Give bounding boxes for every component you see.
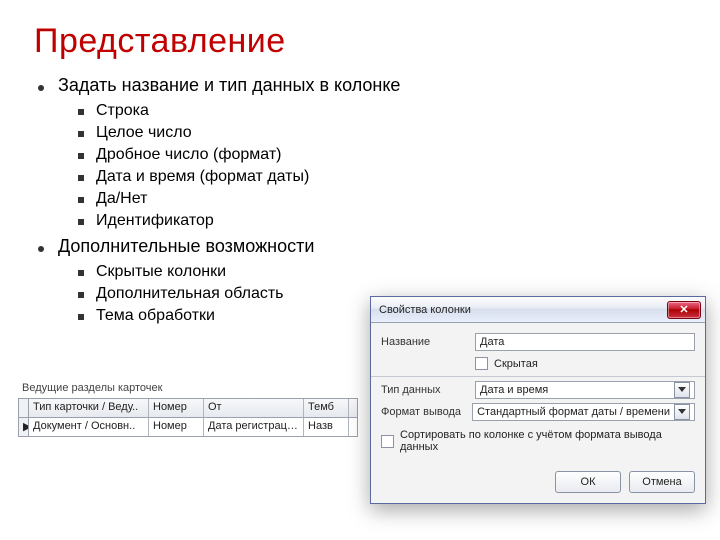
grid-cell[interactable]: Назв (304, 418, 349, 436)
square-bullet-icon (78, 219, 84, 225)
dialog-title: Свойства колонки (379, 304, 471, 316)
sort-label: Сортировать по колонке с учётом формата … (400, 429, 695, 453)
slide-title: Представление (34, 22, 686, 61)
sub-item: Дополнительная область (96, 285, 284, 303)
name-label: Название (381, 336, 475, 348)
cancel-button[interactable]: Отмена (629, 471, 695, 493)
grid-cell[interactable]: Номер (149, 418, 204, 436)
format-dropdown[interactable]: Стандартный формат даты / времени (472, 403, 695, 421)
sub-item: Целое число (96, 124, 192, 142)
chevron-down-icon (678, 409, 686, 415)
name-field[interactable]: Дата (475, 333, 695, 351)
ok-button[interactable]: ОК (555, 471, 621, 493)
hidden-label: Скрытая (494, 358, 538, 370)
square-bullet-icon (78, 175, 84, 181)
grid-header[interactable]: Номер (149, 399, 204, 417)
format-value: Стандартный формат даты / времени (477, 406, 670, 418)
dropdown-button[interactable] (674, 382, 690, 398)
square-bullet-icon (78, 270, 84, 276)
grid-header[interactable]: Темб (304, 399, 349, 417)
sub-item: Тема обработки (96, 307, 215, 325)
bullet-icon (38, 85, 44, 91)
row-selector-icon[interactable]: ▶ (19, 418, 29, 436)
format-label: Формат вывода (381, 406, 472, 418)
bullet-2: Дополнительные возможности (58, 236, 314, 257)
grid-header[interactable]: От (204, 399, 304, 417)
square-bullet-icon (78, 131, 84, 137)
close-icon: ✕ (679, 303, 688, 316)
square-bullet-icon (78, 292, 84, 298)
square-bullet-icon (78, 109, 84, 115)
sub-item: Идентификатор (96, 212, 214, 230)
square-bullet-icon (78, 153, 84, 159)
divider (371, 376, 705, 377)
square-bullet-icon (78, 314, 84, 320)
grid-cell[interactable]: Документ / Основн.. (29, 418, 149, 436)
sub-item: Строка (96, 102, 149, 120)
name-value: Дата (480, 336, 690, 348)
close-button[interactable]: ✕ (667, 301, 701, 319)
sub-item: Дробное число (формат) (96, 146, 282, 164)
sublist-1: Строка Целое число Дробное число (формат… (78, 102, 686, 230)
grid-header[interactable]: Тип карточки / Веду.. (29, 399, 149, 417)
sort-checkbox[interactable] (381, 435, 394, 448)
grid-cell[interactable]: Дата регистрации (204, 418, 304, 436)
sub-item: Скрытые колонки (96, 263, 226, 281)
type-label: Тип данных (381, 384, 475, 396)
dropdown-button[interactable] (674, 404, 690, 420)
hidden-checkbox[interactable] (475, 357, 488, 370)
bullet-1: Задать название и тип данных в колонке (58, 75, 400, 96)
type-dropdown[interactable]: Дата и время (475, 381, 695, 399)
sub-item: Дата и время (формат даты) (96, 168, 309, 186)
column-properties-dialog: Свойства колонки ✕ Название Дата Скрытая… (370, 296, 706, 504)
columns-grid[interactable]: Тип карточки / Веду.. Номер От Темб ▶ До… (18, 398, 358, 437)
bullet-icon (38, 246, 44, 252)
sub-item: Да/Нет (96, 190, 147, 208)
type-value: Дата и время (480, 384, 670, 396)
chevron-down-icon (678, 387, 686, 393)
square-bullet-icon (78, 197, 84, 203)
